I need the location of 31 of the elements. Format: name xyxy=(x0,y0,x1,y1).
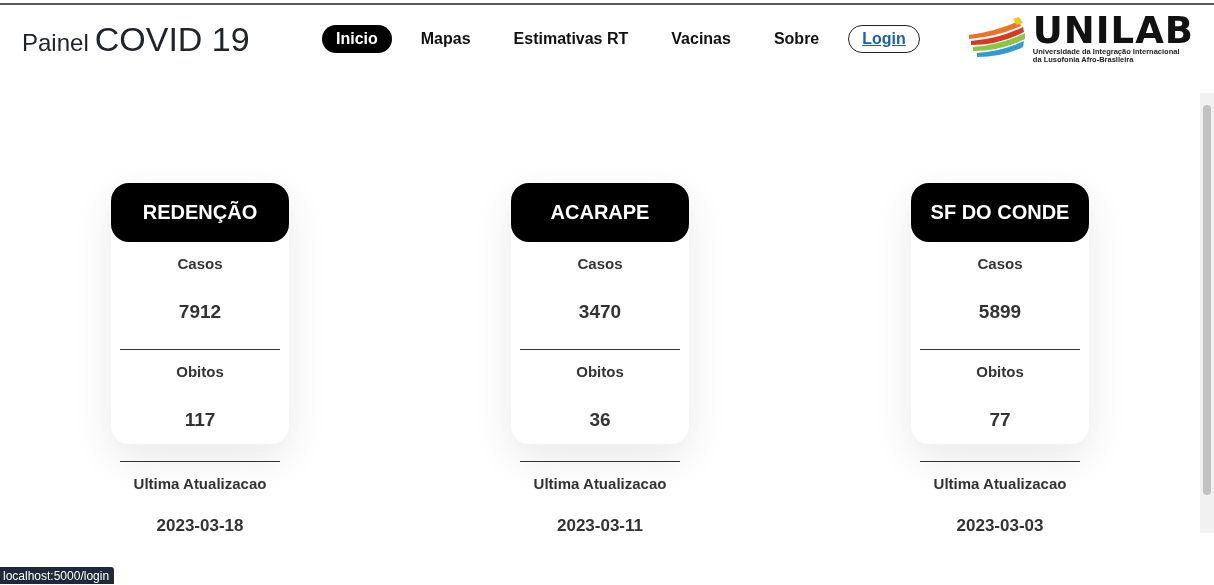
deaths-label: Obitos xyxy=(576,361,624,382)
cases-label: Casos xyxy=(177,253,223,274)
update-label: Ultima Atualizacao xyxy=(533,473,667,494)
cases-count: 7912 xyxy=(178,300,222,324)
scrollbar[interactable] xyxy=(1200,93,1214,533)
deaths-label: Obitos xyxy=(976,361,1024,382)
update-label: Ultima Atualizacao xyxy=(133,473,267,494)
city-name: ACARAPE xyxy=(511,183,689,242)
nav-link[interactable]: Vacinas xyxy=(657,25,745,53)
title-prefix: Painel xyxy=(22,28,89,57)
cases-count: 5899 xyxy=(978,300,1022,324)
update-label: Ultima Atualizacao xyxy=(933,473,1067,494)
logo-name: UNILAB xyxy=(1032,14,1194,48)
city-name: SF DO CONDE xyxy=(911,183,1089,242)
nav-link[interactable]: Estimativas RT xyxy=(499,25,643,53)
deaths-count: 36 xyxy=(589,408,611,432)
cases-count: 3470 xyxy=(578,300,622,324)
update-date: 2023-03-11 xyxy=(557,516,643,536)
city-name: REDENÇÃO xyxy=(111,183,289,242)
page-title: COVID 19 xyxy=(94,19,250,59)
cases-label: Casos xyxy=(977,253,1023,274)
deaths-label: Obitos xyxy=(176,361,224,382)
nav-link[interactable]: Mapas xyxy=(406,25,485,53)
status-url: localhost:5000/login xyxy=(0,567,115,584)
update-date: 2023-03-18 xyxy=(156,516,244,536)
nav-link[interactable]: Inicio xyxy=(322,25,392,53)
deaths-count: 77 xyxy=(989,408,1011,432)
deaths-count: 117 xyxy=(184,408,216,432)
cases-label: Casos xyxy=(577,253,623,274)
update-date: 2023-03-03 xyxy=(956,516,1044,536)
nav-link[interactable]: Sobre xyxy=(759,25,834,53)
